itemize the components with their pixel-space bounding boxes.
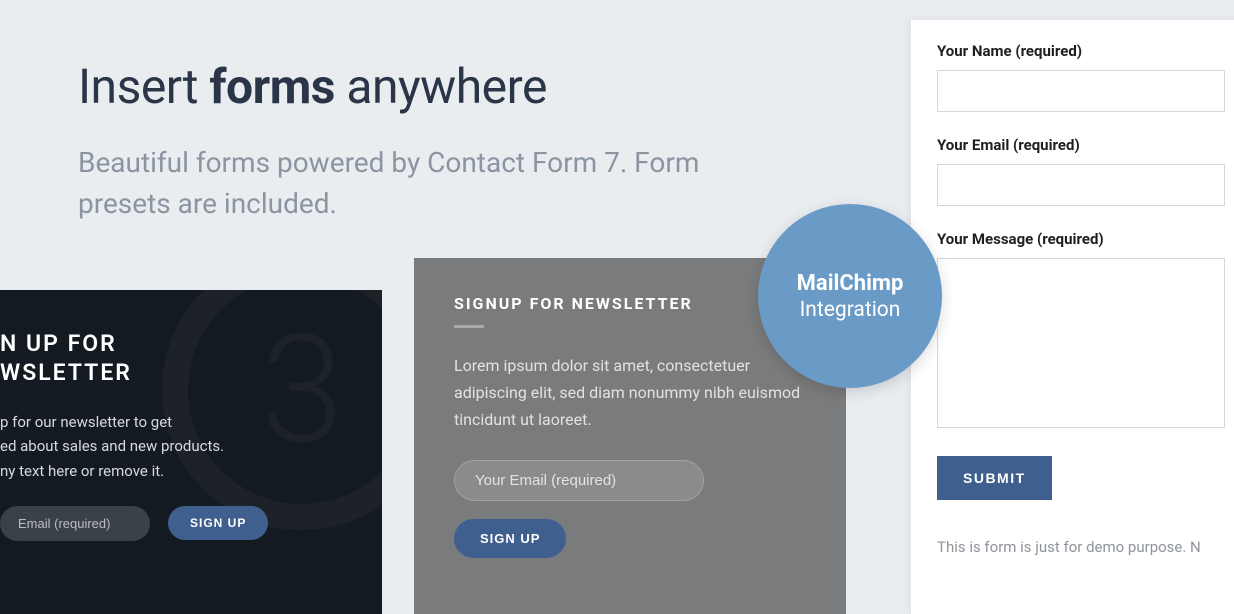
card3-email-input[interactable]: [937, 164, 1225, 206]
card2-signup-button[interactable]: SIGN UP: [454, 519, 566, 558]
card2-divider: [454, 325, 484, 328]
card3-email-label: Your Email (required): [937, 136, 1225, 154]
card1-desc-line1: p for our newsletter to get: [0, 413, 172, 431]
form-preset-card-white: Your Name (required) Your Email (require…: [911, 20, 1234, 614]
mailchimp-badge-subtitle: Integration: [800, 298, 901, 322]
card3-submit-button[interactable]: SUBMIT: [937, 456, 1052, 500]
hero-heading-area: Insert forms anywhere Beautiful forms po…: [78, 58, 778, 224]
card1-signup-button[interactable]: SIGN UP: [168, 506, 268, 540]
mailchimp-badge-title: MailChimp: [797, 271, 904, 296]
hero-title-part1: Insert: [78, 58, 209, 115]
card1-description: p for our newsletter to get ed about sal…: [0, 410, 342, 484]
card1-desc-line2: ed about sales and new products.: [0, 437, 224, 455]
card3-message-label: Your Message (required): [937, 230, 1225, 248]
card3-demo-note: This is form is just for demo purpose. N: [937, 538, 1225, 556]
form-preset-card-dark: 3 N UP FOR WSLETTER p for our newsletter…: [0, 290, 382, 614]
card3-name-input[interactable]: [937, 70, 1225, 112]
card1-title-line1: N UP FOR: [0, 330, 117, 357]
card2-title: SIGNUP FOR NEWSLETTER: [454, 294, 806, 313]
hero-title-part2: anywhere: [335, 58, 547, 115]
mailchimp-badge: MailChimp Integration: [758, 204, 942, 388]
card2-description: Lorem ipsum dolor sit amet, consectetuer…: [454, 352, 806, 434]
card3-message-input[interactable]: [937, 258, 1225, 428]
hero-subtitle: Beautiful forms powered by Contact Form …: [78, 143, 778, 224]
card1-desc-line3: ny text here or remove it.: [0, 462, 164, 480]
card1-email-input[interactable]: [0, 506, 150, 541]
hero-title: Insert forms anywhere: [78, 58, 778, 115]
card3-name-label: Your Name (required): [937, 42, 1225, 60]
card2-email-input[interactable]: [454, 460, 704, 501]
card1-title-line2: WSLETTER: [0, 359, 132, 386]
card1-title: N UP FOR WSLETTER: [0, 330, 342, 388]
hero-title-bold: forms: [209, 58, 335, 115]
